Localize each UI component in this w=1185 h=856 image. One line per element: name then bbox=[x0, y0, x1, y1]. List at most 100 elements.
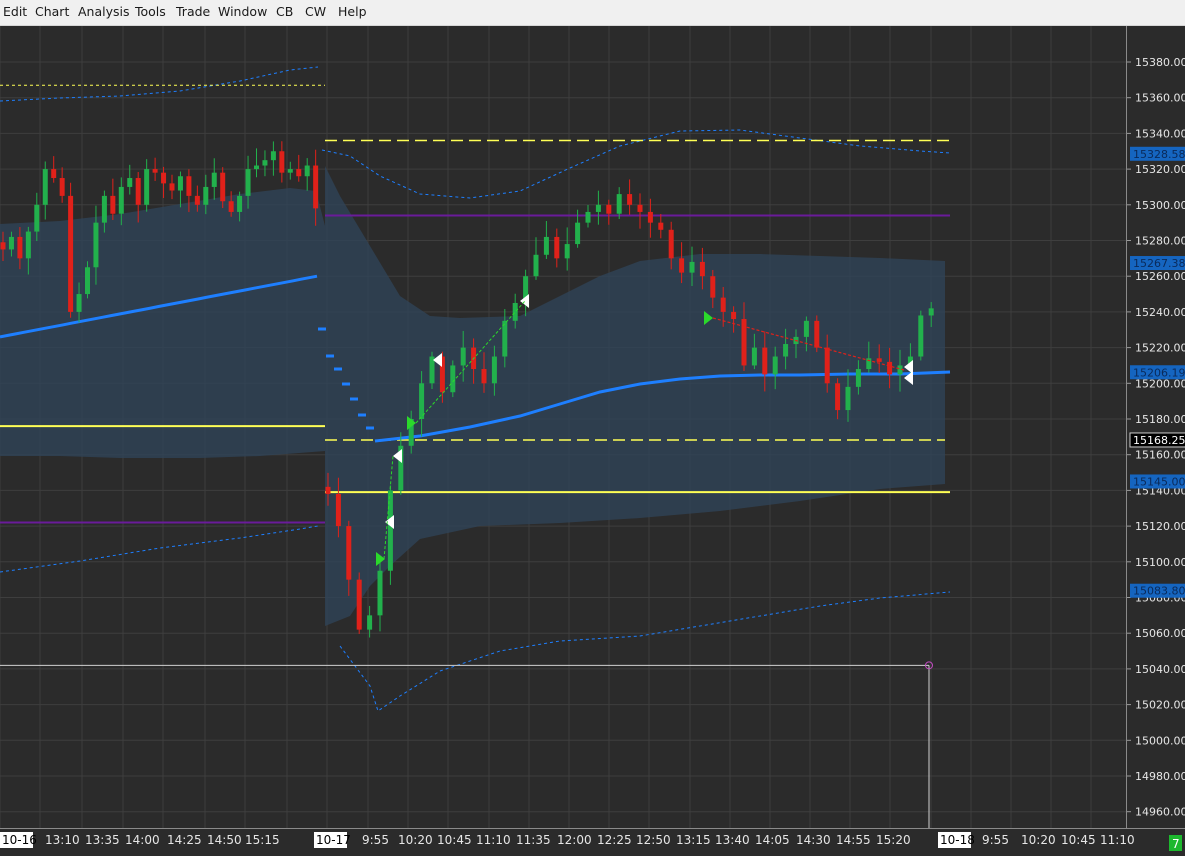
candle-down bbox=[356, 579, 362, 630]
candle-up bbox=[918, 315, 924, 357]
menu-window[interactable]: Window bbox=[218, 4, 267, 19]
menu-analysis[interactable]: Analysis bbox=[78, 4, 130, 19]
chart-canvas[interactable] bbox=[0, 26, 1126, 828]
time-tick-label: 11:35 bbox=[516, 833, 551, 847]
price-tick-label: 15040.00 bbox=[1135, 663, 1185, 676]
candle-up bbox=[93, 222, 99, 268]
candle-down bbox=[647, 211, 653, 223]
candle-down bbox=[194, 195, 200, 205]
candle-up bbox=[25, 231, 31, 259]
candle-down bbox=[637, 204, 643, 212]
menu-bar: Edit Chart Analysis Tools Trade Window C… bbox=[0, 0, 1185, 26]
candle-up bbox=[127, 178, 133, 187]
time-tick-label: 14:05 bbox=[755, 833, 790, 847]
candle-down bbox=[835, 383, 841, 411]
price-axis[interactable]: 15380.00 15360.00 15340.00 15320.00 15300.00… bbox=[1126, 26, 1185, 828]
candle-down bbox=[161, 172, 167, 184]
candle-up bbox=[211, 172, 217, 187]
session-date-label: 10-17 bbox=[316, 833, 351, 847]
candle-up bbox=[237, 195, 243, 212]
price-tick-label: 15300.00 bbox=[1135, 199, 1185, 212]
candle-down bbox=[710, 276, 716, 298]
candle-down bbox=[186, 176, 192, 196]
price-tick-label: 15020.00 bbox=[1135, 699, 1185, 712]
menu-trade[interactable]: Trade bbox=[176, 4, 210, 19]
candle-down bbox=[335, 493, 341, 527]
candle-down bbox=[814, 320, 820, 348]
price-tick-label: 15220.00 bbox=[1135, 342, 1185, 355]
candle-down bbox=[481, 369, 487, 384]
price-chart-plot[interactable] bbox=[0, 26, 1126, 828]
candle-down bbox=[668, 229, 674, 259]
candle-up bbox=[845, 386, 851, 411]
time-tick-label: 12:25 bbox=[597, 833, 632, 847]
time-tick-label: 14:50 bbox=[207, 833, 242, 847]
time-tick-label: 15:15 bbox=[245, 833, 280, 847]
candle-up bbox=[543, 236, 549, 255]
time-tick-label: 10:20 bbox=[1021, 833, 1056, 847]
menu-cb[interactable]: CB bbox=[276, 4, 293, 19]
time-tick-label: 10:45 bbox=[437, 833, 472, 847]
price-tag-label: 15168.25 bbox=[1133, 434, 1185, 447]
candle-down bbox=[59, 178, 65, 196]
candle-up bbox=[177, 176, 183, 191]
price-tick-label: 15060.00 bbox=[1135, 627, 1185, 640]
candle-down bbox=[887, 361, 893, 375]
time-tick-label: 9:55 bbox=[982, 833, 1009, 847]
menu-help[interactable]: Help bbox=[338, 4, 367, 19]
candle-down bbox=[68, 195, 74, 312]
candle-up bbox=[460, 347, 466, 366]
time-tick-label: 13:15 bbox=[676, 833, 711, 847]
price-tag-label: 15145.00 bbox=[1133, 475, 1185, 488]
candle-up bbox=[512, 302, 518, 321]
price-tick-label: 14980.00 bbox=[1135, 770, 1185, 783]
status-badge-label: 7 bbox=[1172, 837, 1180, 851]
candle-up bbox=[262, 160, 268, 166]
time-tick-label: 14:55 bbox=[836, 833, 871, 847]
candle-down bbox=[228, 201, 234, 212]
candle-up bbox=[34, 204, 40, 232]
candle-down bbox=[296, 169, 302, 177]
candle-up bbox=[304, 165, 310, 177]
price-tick-label: 14960.00 bbox=[1135, 806, 1185, 819]
candle-up bbox=[575, 222, 581, 245]
price-tick-label: 15100.00 bbox=[1135, 556, 1185, 569]
candle-up bbox=[751, 347, 757, 366]
candle-up bbox=[85, 267, 90, 295]
candle-up bbox=[144, 169, 150, 205]
candle-up bbox=[616, 194, 622, 214]
time-tick-label: 12:00 bbox=[557, 833, 592, 847]
price-tick-label: 15320.00 bbox=[1135, 163, 1185, 176]
candle-up bbox=[101, 195, 107, 223]
price-tick-label: 15360.00 bbox=[1135, 92, 1185, 105]
time-tick-label: 10:45 bbox=[1061, 833, 1096, 847]
candle-up bbox=[928, 308, 934, 316]
candle-up bbox=[76, 294, 82, 312]
price-tag-label: 15328.58 bbox=[1133, 148, 1185, 161]
menu-edit[interactable]: Edit bbox=[3, 4, 27, 19]
candle-down bbox=[220, 172, 226, 202]
candle-down bbox=[152, 169, 158, 173]
menu-cw[interactable]: CW bbox=[305, 4, 326, 19]
time-tick-label: 9:55 bbox=[362, 833, 389, 847]
band-area-prior-session bbox=[0, 188, 325, 458]
session-date-label: 10-18 bbox=[940, 833, 975, 847]
candle-down bbox=[606, 204, 612, 214]
time-tick-label: 11:10 bbox=[476, 833, 511, 847]
candle-down bbox=[658, 222, 664, 230]
candle-down bbox=[627, 194, 633, 205]
price-tick-label: 15280.00 bbox=[1135, 235, 1185, 248]
menu-chart[interactable]: Chart bbox=[35, 4, 69, 19]
candle-down bbox=[135, 178, 141, 205]
candle-up bbox=[245, 169, 251, 196]
menu-tools[interactable]: Tools bbox=[135, 4, 166, 19]
candle-up bbox=[595, 204, 601, 212]
price-tick-label: 15380.00 bbox=[1135, 56, 1185, 69]
time-axis[interactable]: 10-16 13:10 13:35 14:00 14:25 14:50 15:15 10-17… bbox=[0, 828, 1185, 851]
time-tick-label: 15:20 bbox=[876, 833, 911, 847]
candle-up bbox=[270, 151, 276, 161]
candle-down bbox=[346, 526, 352, 580]
time-tick-label: 12:50 bbox=[636, 833, 671, 847]
price-tick-label: 15180.00 bbox=[1135, 413, 1185, 426]
candle-down bbox=[876, 358, 882, 362]
